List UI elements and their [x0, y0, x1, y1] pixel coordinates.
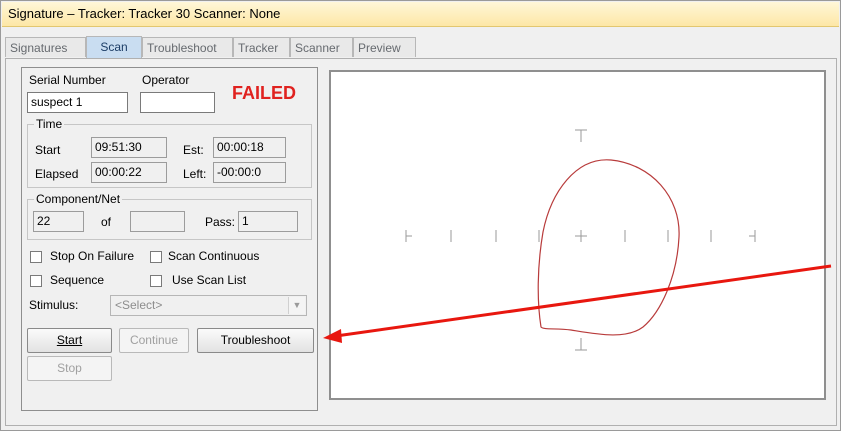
scan-continuous-checkbox[interactable] [150, 251, 162, 263]
stop-on-failure-checkbox[interactable] [30, 251, 42, 263]
tab-troubleshoot[interactable]: Troubleshoot [142, 37, 233, 57]
of-label: of [101, 215, 112, 229]
component-current-field: 22 [33, 211, 84, 232]
troubleshoot-button-label: Troubleshoot [220, 333, 291, 347]
tab-scanner[interactable]: Scanner [290, 37, 353, 57]
signature-display [329, 70, 826, 400]
start-time-field: 09:51:30 [91, 137, 167, 158]
use-scan-list-label: Use Scan List [172, 273, 247, 287]
start-button[interactable]: Start [27, 328, 112, 353]
troubleshoot-button[interactable]: Troubleshoot [197, 328, 314, 353]
scan-continuous-label: Scan Continuous [168, 249, 260, 263]
start-time-label: Start [35, 143, 61, 157]
stop-button-label: Stop [57, 361, 82, 375]
start-button-label: Start [56, 333, 83, 347]
signature-trace [537, 159, 680, 336]
component-net-group: Component/Net 22 of Pass: 1 [27, 192, 312, 240]
serial-number-input[interactable]: suspect 1 [27, 92, 128, 113]
continue-button-label: Continue [129, 333, 179, 347]
stimulus-label: Stimulus: [29, 298, 79, 312]
elapsed-label: Elapsed [35, 167, 79, 181]
est-field: 00:00:18 [213, 137, 286, 158]
window-title: Signature – Tracker: Tracker 30 Scanner:… [8, 6, 281, 21]
serial-number-label: Serial Number [29, 73, 106, 87]
stimulus-select[interactable]: <Select> ▼ [110, 295, 307, 316]
signature-plot [405, 129, 756, 351]
time-group-caption: Time [34, 117, 65, 131]
sequence-checkbox[interactable] [30, 275, 42, 287]
stop-on-failure-label: Stop On Failure [50, 249, 135, 263]
pass-label: Pass: [205, 215, 236, 229]
status-badge: FAILED [232, 83, 297, 103]
scan-control-panel: Serial Number Operator suspect 1 FAILED … [21, 67, 318, 411]
pass-field: 1 [238, 211, 298, 232]
stimulus-select-value: <Select> [115, 298, 163, 312]
component-total-field [130, 211, 185, 232]
left-field: -00:00:0 [213, 162, 286, 183]
chevron-down-icon: ▼ [288, 297, 305, 314]
continue-button[interactable]: Continue [119, 328, 189, 353]
tab-signatures[interactable]: Signatures [5, 37, 86, 57]
title-bar: Signature – Tracker: Tracker 30 Scanner:… [2, 2, 839, 27]
tab-scan[interactable]: Scan [86, 36, 142, 58]
operator-label: Operator [142, 73, 190, 87]
use-scan-list-checkbox[interactable] [150, 275, 162, 287]
time-group: Time Start 09:51:30 Est: 00:00:18 Elapse… [27, 117, 312, 188]
tab-preview[interactable]: Preview [353, 37, 416, 57]
tab-tracker[interactable]: Tracker [233, 37, 290, 57]
crosshair-ticks [405, 129, 756, 351]
elapsed-field: 00:00:22 [91, 162, 167, 183]
stop-button[interactable]: Stop [27, 356, 112, 381]
left-label: Left: [183, 167, 207, 181]
operator-input[interactable] [140, 92, 215, 113]
component-net-caption: Component/Net [34, 192, 123, 206]
sequence-label: Sequence [50, 273, 105, 287]
est-label: Est: [183, 143, 204, 157]
main-window: Signature – Tracker: Tracker 30 Scanner:… [0, 0, 841, 431]
